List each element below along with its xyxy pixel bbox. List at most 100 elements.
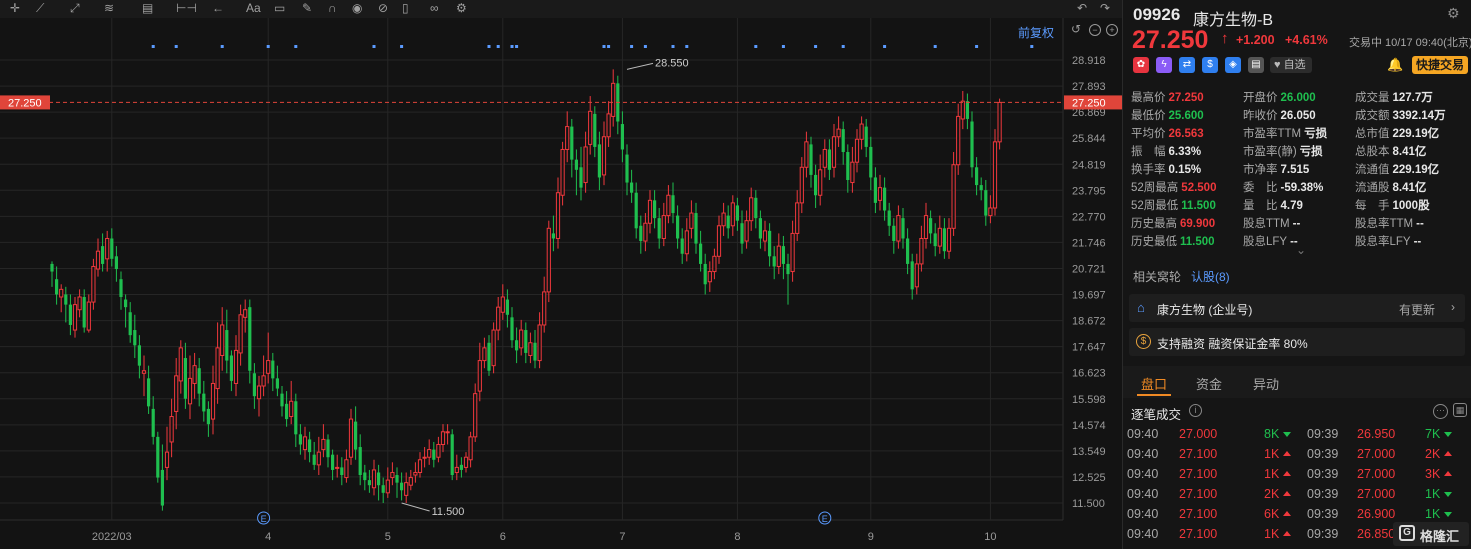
quote-label: 最低价 <box>1131 110 1166 122</box>
candle-body <box>344 459 349 479</box>
candle-body <box>859 123 864 140</box>
candle-body <box>735 205 739 221</box>
hk-flag-icon[interactable]: ✿ <box>1133 57 1149 73</box>
quick-trade-button[interactable]: 快捷交易 <box>1412 56 1468 74</box>
candle-body <box>671 195 675 214</box>
more-icon[interactable]: ··· <box>1433 404 1448 419</box>
candle-body <box>101 246 105 264</box>
quote-value: 0.15% <box>1168 164 1202 176</box>
candle-body <box>960 100 965 120</box>
candle-body <box>583 146 588 184</box>
zoom-in-icon[interactable]: + <box>1106 24 1118 36</box>
trade-cell: 27.000 <box>1357 447 1396 461</box>
candle-body <box>809 144 813 175</box>
candle-body <box>684 230 689 255</box>
candle-body <box>326 439 330 458</box>
candle-body <box>933 233 937 247</box>
company-account-row[interactable]: ⌂ 康方生物 (企业号) 有更新 › <box>1129 294 1465 322</box>
tab-bar <box>1123 366 1471 398</box>
tab-order-book[interactable]: 盘口 <box>1141 374 1167 393</box>
candle-body <box>625 154 629 183</box>
doc-icon[interactable]: ▤ <box>1248 57 1264 73</box>
candle-body <box>988 207 993 217</box>
quote-cell: 52周最低 11.500 <box>1131 197 1216 213</box>
event-dot <box>643 45 647 48</box>
candle-body <box>754 197 758 219</box>
tab-movement[interactable]: 异动 <box>1253 374 1279 393</box>
y-tick-label: 20.721 <box>1072 263 1106 275</box>
tab-capital[interactable]: 资金 <box>1196 374 1222 393</box>
candle-body <box>206 408 210 425</box>
lightning-icon[interactable]: ϟ <box>1156 57 1172 73</box>
event-dot <box>685 45 689 48</box>
zoom-out-icon[interactable]: − <box>1089 24 1101 36</box>
quote-value: 69.900 <box>1180 218 1216 230</box>
quote-cell: 52周最高 52.500 <box>1131 179 1216 195</box>
candle-body <box>528 342 533 356</box>
candle-body <box>124 299 128 308</box>
quote-cell: 总股本 8.41亿 <box>1355 143 1426 159</box>
trade-cell: 09:39 <box>1307 447 1339 461</box>
candle-body <box>630 182 634 193</box>
info-icon[interactable]: i <box>1189 404 1202 417</box>
candle-body <box>233 349 239 384</box>
event-dot <box>220 45 224 48</box>
quote-cell: 股息TTM -- <box>1243 215 1300 231</box>
candle-body <box>331 454 335 470</box>
quote-cell: 每 手 1000股 <box>1355 197 1430 213</box>
watermark-text: 格隆汇 <box>1420 529 1460 544</box>
candle-body <box>367 480 371 486</box>
quote-value: 127.7万 <box>1392 92 1433 104</box>
quote-cell: 昨收价 26.050 <box>1243 107 1316 123</box>
dollar-icon[interactable]: $ <box>1202 57 1218 73</box>
reset-icon[interactable]: ↺ <box>1070 23 1082 36</box>
trade-cell: 3K <box>1425 467 1452 481</box>
candle-body <box>864 126 868 147</box>
tag-icon[interactable]: ◈ <box>1225 57 1241 73</box>
max-price-label: 28.550 <box>655 57 689 69</box>
quote-cell: 历史最低 11.500 <box>1131 233 1215 249</box>
candle-body <box>956 115 961 166</box>
layout-icon[interactable]: ▦ <box>1453 403 1467 417</box>
event-dot <box>671 45 675 48</box>
current-price-label: 27.250 <box>1072 97 1106 109</box>
candle-body <box>55 279 59 295</box>
adjust-mode-button[interactable]: 前复权 <box>1018 24 1054 41</box>
candle-body <box>404 482 409 496</box>
trade-cell: 26.950 <box>1357 427 1396 441</box>
candle-body <box>560 148 565 196</box>
settings-icon[interactable]: ⚙ <box>1447 5 1460 22</box>
trade-cell: 09:40 <box>1127 427 1159 441</box>
candle-body <box>597 144 601 178</box>
candle-body <box>721 212 726 227</box>
quote-label: 开盘价 <box>1243 92 1278 104</box>
warrants-link[interactable]: 认股(8) <box>1191 268 1230 285</box>
quote-value: 11.500 <box>1181 200 1216 212</box>
event-dot <box>266 45 270 48</box>
alert-icon[interactable]: 🔔 <box>1387 57 1403 73</box>
candle-body <box>804 141 809 168</box>
quote-cell: 流通股 8.41亿 <box>1355 179 1426 195</box>
quote-cell: 换手率 0.15% <box>1131 161 1201 177</box>
candle-body <box>588 110 593 145</box>
trade-cell: 09:39 <box>1307 487 1339 501</box>
candle-body <box>831 136 837 168</box>
quote-value: -- <box>1416 218 1424 230</box>
candle-body <box>147 378 151 407</box>
candle-body <box>422 456 427 459</box>
trade-cell: 1K <box>1425 507 1452 521</box>
candle-body <box>712 255 717 273</box>
candle-body <box>302 436 308 451</box>
connect-icon[interactable]: ⇄ <box>1179 57 1195 73</box>
candle-body <box>776 245 781 267</box>
trade-cell: 27.100 <box>1179 487 1218 501</box>
event-dot <box>1030 45 1034 48</box>
candlestick-chart[interactable]: 28.91827.89326.86925.84424.81923.79522.7… <box>0 0 1122 549</box>
candle-body <box>385 479 390 494</box>
event-dot <box>883 45 887 48</box>
x-tick-label: 6 <box>500 531 506 543</box>
candle-body <box>371 469 377 489</box>
candle-body <box>730 202 735 227</box>
collapse-chevron-icon[interactable]: ⌄ <box>1296 243 1306 257</box>
self-select-button[interactable]: ♥ 自选 <box>1270 57 1312 73</box>
